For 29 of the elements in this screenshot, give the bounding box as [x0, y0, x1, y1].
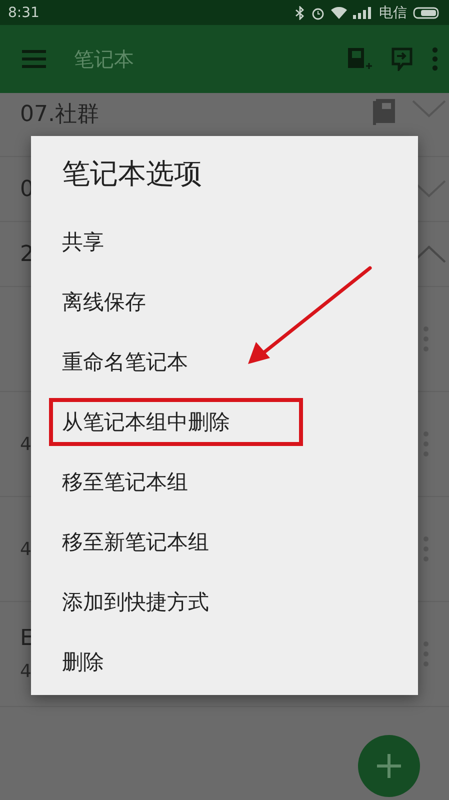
menu-item[interactable]: 离线保存 [62, 272, 150, 332]
status-time: 8:31 [8, 4, 40, 20]
menu-item[interactable]: 添加到快捷方式 [62, 572, 213, 632]
more-icon[interactable] [423, 326, 429, 352]
carrier-label: 电信 [379, 4, 407, 22]
new-notebook-icon[interactable] [347, 47, 373, 71]
menu-item[interactable]: 共享 [62, 212, 108, 272]
plus-icon [375, 752, 403, 780]
more-icon[interactable] [423, 536, 429, 562]
note-count: 4 [20, 538, 32, 560]
more-icon[interactable] [423, 431, 429, 457]
note-count: 4 [20, 661, 32, 682]
more-icon[interactable] [423, 641, 429, 667]
wifi-icon [331, 6, 347, 18]
menu-item[interactable]: 从笔记本组中删除 [43, 392, 309, 452]
signal-icon [353, 6, 373, 18]
menu-item[interactable]: 移至笔记本组 [62, 452, 192, 512]
more-icon[interactable] [431, 47, 439, 71]
menu-icon[interactable] [22, 50, 46, 68]
sync-icon[interactable] [391, 47, 413, 71]
alarm-icon [311, 6, 325, 20]
app-title: 笔记本 [74, 46, 135, 72]
bluetooth-icon [295, 6, 305, 20]
battery-icon [413, 6, 441, 18]
menu-item[interactable]: 重命名笔记本 [62, 332, 192, 392]
menu-item[interactable]: 移至新笔记本组 [62, 512, 213, 572]
dialog-title: 笔记本选项 [62, 156, 202, 192]
note-count: 4 [20, 434, 32, 454]
menu-item[interactable]: 删除 [62, 632, 108, 692]
